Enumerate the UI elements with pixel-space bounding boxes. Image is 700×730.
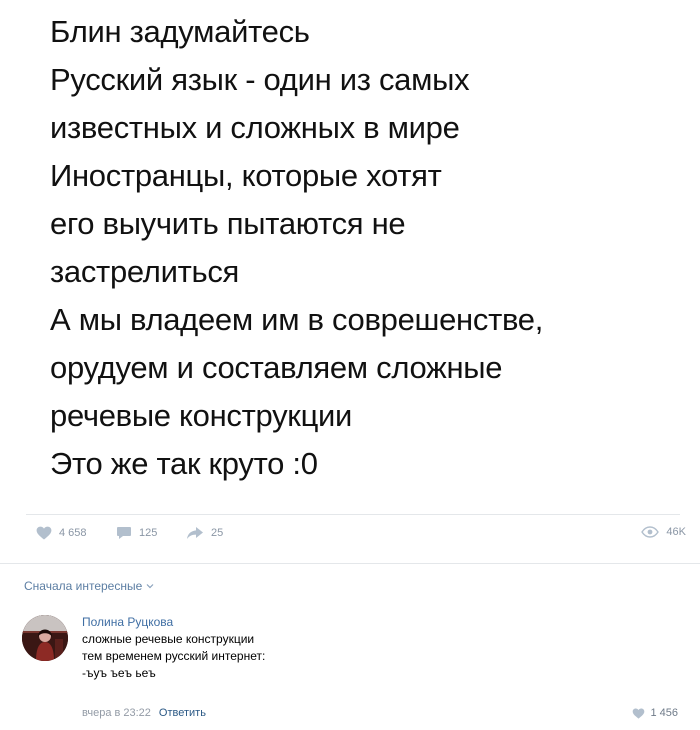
share-button[interactable]: 25 — [186, 526, 223, 540]
comments-sort-label: Сначала интересные — [24, 579, 143, 593]
post-line: Это же так круто :0 — [50, 446, 318, 481]
chevron-down-icon — [146, 584, 154, 589]
post-line: известных и сложных в мире — [50, 110, 460, 145]
views-counter: 46K — [641, 526, 686, 538]
comment-meta: вчера в 23:22 Ответить — [82, 707, 206, 719]
comment: Полина Руцкова сложные речевые конструкц… — [82, 614, 642, 682]
comment-like-count: 1 456 — [650, 707, 678, 719]
heart-icon — [633, 707, 645, 719]
share-icon — [187, 527, 203, 539]
eye-icon — [641, 526, 660, 538]
comment-count: 125 — [139, 527, 158, 539]
reply-link[interactable]: Ответить — [159, 707, 206, 719]
post-line: орудуем и составляем сложные — [50, 350, 503, 385]
post-line: Русский язык - один из самых — [50, 62, 470, 97]
heart-icon — [36, 526, 52, 540]
post-line: застрелиться — [50, 254, 240, 289]
avatar[interactable] — [22, 615, 68, 661]
comment-icon — [117, 527, 131, 539]
post-line: Блин задумайтесь — [50, 14, 310, 49]
comment-timestamp[interactable]: вчера в 23:22 — [82, 707, 151, 719]
like-count: 4 658 — [59, 527, 87, 539]
like-button[interactable]: 4 658 — [36, 526, 87, 540]
comment-text-line: -ъуъ ъеъ ьеъ — [82, 666, 156, 680]
comment-button[interactable]: 125 — [116, 526, 157, 540]
comments-sort-dropdown[interactable]: Сначала интересные — [24, 579, 154, 593]
post-line: Иностранцы, которые хотят — [50, 158, 442, 193]
post-divider — [26, 514, 680, 515]
comment-like-button[interactable]: 1 456 — [632, 707, 678, 719]
views-count: 46K — [666, 526, 686, 538]
comment-text-line: тем временем русский интернет: — [82, 649, 266, 663]
post-actions-bar: 4 658 125 25 46K — [36, 526, 686, 546]
comment-text-line: сложные речевые конструкции — [82, 632, 255, 646]
comments-divider — [0, 563, 700, 564]
post-line: речевые конструкции — [50, 398, 353, 433]
avatar-photo — [22, 615, 68, 661]
post-line: его выучить пытаются не — [50, 206, 406, 241]
post-line: А мы владеем им в соврешенстве, — [50, 302, 544, 337]
share-count: 25 — [211, 527, 224, 539]
comment-author-link[interactable]: Полина Руцкова — [82, 614, 642, 631]
post-text: Блин задумайтесь Русский язык - один из … — [50, 8, 680, 488]
